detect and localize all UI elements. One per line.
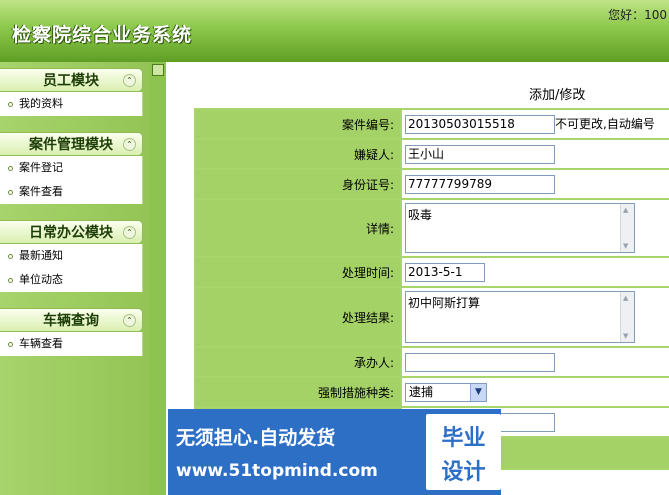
collapse-icon[interactable]: ⌃ xyxy=(123,226,136,239)
module-header-vehicle[interactable]: 车辆查询 ⌃ xyxy=(0,308,143,332)
result-textarea[interactable]: 初中阿斯打算 ▲ ▼ xyxy=(405,291,635,343)
app-header: 检察院综合业务系统 您好：100 xyxy=(0,0,669,62)
module-header-office[interactable]: 日常办公模块 ⌃ xyxy=(0,220,143,244)
module-vehicle: 车辆查询 ⌃ 车辆查看 xyxy=(0,308,143,356)
module-staff: 员工模块 ⌃ 我的资料 xyxy=(0,68,143,116)
module-title: 员工模块 xyxy=(43,73,99,89)
time-input[interactable]: 2013-5-1 xyxy=(405,262,485,282)
case-no-note: 不可更改,自动编号 xyxy=(555,116,655,131)
sidebar-item-latest-notice[interactable]: 最新通知 xyxy=(0,244,142,268)
suspect-label: 嫌疑人: xyxy=(196,140,400,168)
collapse-icon[interactable]: ⌃ xyxy=(123,138,136,151)
sidebar: 员工模块 ⌃ 我的资料 案件管理模块 ⌃ 案件登记 案件查看 日常办公模块 ⌃ … xyxy=(0,62,150,495)
id-no-input[interactable]: 77777799789 xyxy=(405,174,555,194)
bullet-icon xyxy=(8,165,13,171)
page-title: 添加/修改 xyxy=(529,88,586,103)
measure-label: 强制措施种类: xyxy=(196,378,400,406)
module-office: 日常办公模块 ⌃ 最新通知 单位动态 xyxy=(0,220,143,292)
case-no-label: 案件编号: xyxy=(196,110,400,138)
watermark-line1: 无须担心.自动发货 xyxy=(176,427,336,449)
toggle-sidebar-icon[interactable] xyxy=(152,64,164,76)
case-no-input[interactable]: 20130503015518 xyxy=(405,114,555,134)
collapse-icon[interactable]: ⌃ xyxy=(123,314,136,327)
sidebar-item-unit-news[interactable]: 单位动态 xyxy=(0,268,142,292)
watermark-url: www.51topmind.com xyxy=(176,461,378,481)
module-case: 案件管理模块 ⌃ 案件登记 案件查看 xyxy=(0,132,143,204)
time-label: 处理时间: xyxy=(196,258,400,286)
bullet-icon xyxy=(8,341,13,347)
sidebar-item-vehicle-view[interactable]: 车辆查看 xyxy=(0,332,142,356)
measure-select[interactable]: 逮捕 ▼ xyxy=(405,382,487,402)
user-greeting: 您好：100 xyxy=(608,8,667,22)
watermark-badge: 毕业 设计 xyxy=(426,414,501,490)
sidebar-item-my-profile[interactable]: 我的资料 xyxy=(0,92,142,116)
result-label: 处理结果: xyxy=(196,288,400,346)
bullet-icon xyxy=(8,277,13,283)
bullet-icon xyxy=(8,253,13,259)
module-title: 车辆查询 xyxy=(43,313,99,329)
scrollbar[interactable]: ▲ ▼ xyxy=(620,204,634,252)
module-title: 日常办公模块 xyxy=(29,225,113,241)
details-label: 详情: xyxy=(196,200,400,256)
id-no-label: 身份证号: xyxy=(196,170,400,198)
sidebar-splitter[interactable] xyxy=(150,62,166,495)
scrollbar[interactable]: ▲ ▼ xyxy=(620,292,634,342)
module-header-case[interactable]: 案件管理模块 ⌃ xyxy=(0,132,143,156)
sidebar-item-case-view[interactable]: 案件查看 xyxy=(0,180,142,204)
watermark-banner: 无须担心.自动发货 www.51topmind.com 毕业 设计 xyxy=(168,409,501,495)
collapse-icon[interactable]: ⌃ xyxy=(123,74,136,87)
suspect-input[interactable]: 王小山 xyxy=(405,144,555,164)
module-header-staff[interactable]: 员工模块 ⌃ xyxy=(0,68,143,92)
sidebar-item-case-register[interactable]: 案件登记 xyxy=(0,156,142,180)
handler-input[interactable] xyxy=(405,352,555,372)
module-title: 案件管理模块 xyxy=(29,137,113,153)
app-title: 检察院综合业务系统 xyxy=(12,24,193,46)
chevron-down-icon[interactable]: ▼ xyxy=(470,383,486,401)
handler-label: 承办人: xyxy=(196,348,400,376)
bullet-icon xyxy=(8,189,13,195)
details-textarea[interactable]: 吸毒 ▲ ▼ xyxy=(405,203,635,253)
bullet-icon xyxy=(8,101,13,107)
